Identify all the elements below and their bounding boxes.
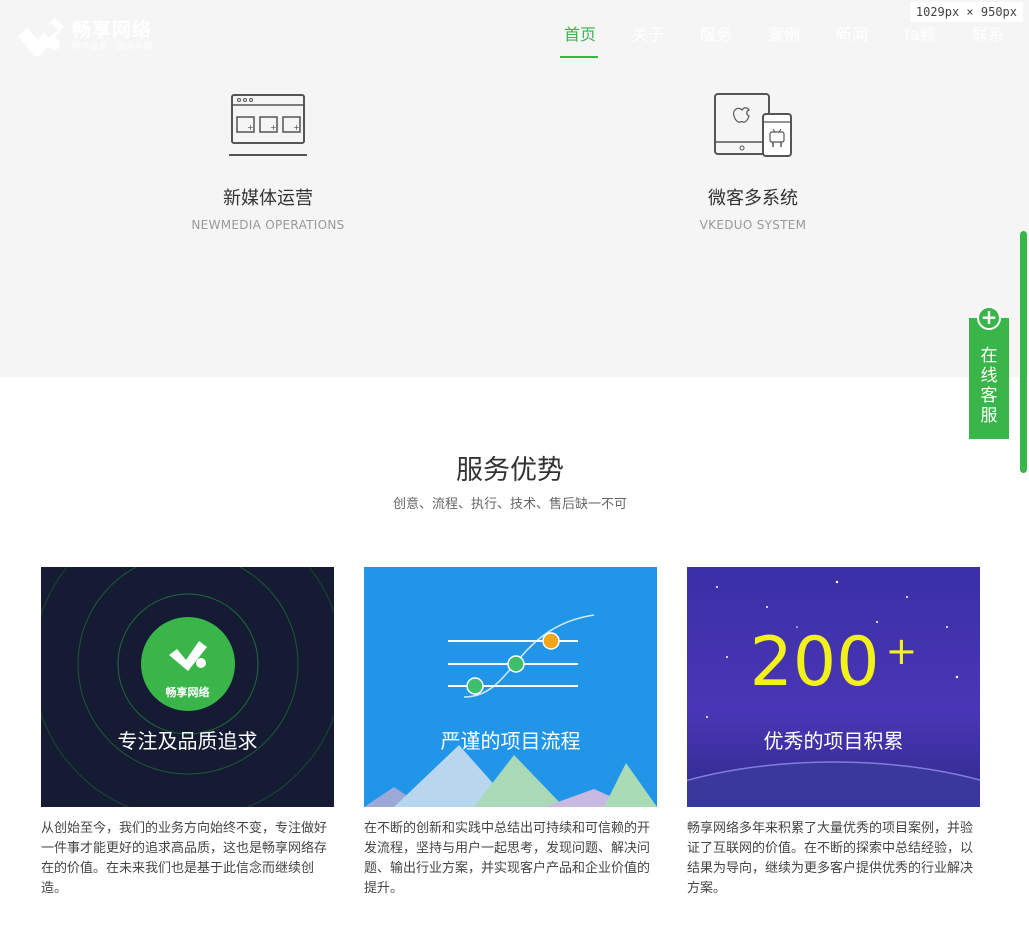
- badge-text: 畅享网络: [165, 686, 210, 699]
- logo[interactable]: 畅享网络 畅享品质 · 追求卓越: [14, 14, 153, 58]
- browser-window-icon: + + +: [229, 94, 307, 156]
- logo-mark-icon: [18, 18, 64, 56]
- service-subtitle: NEWMEDIA OPERATIONS: [191, 218, 345, 232]
- plus-icon: +: [977, 306, 1001, 330]
- logo-slogan: 畅享品质 · 追求卓越: [72, 42, 153, 52]
- nav-item-home[interactable]: 首页: [546, 24, 614, 58]
- card-description: 畅享网络多年来积累了大量优秀的项目案例，并验证了互联网的价值。在不断的探索中总结…: [687, 821, 974, 896]
- service-subtitle: VKEDUO SYSTEM: [699, 218, 807, 232]
- service-newmedia[interactable]: + + + 新媒体运营 NEWMEDIA OPERATIONS: [168, 92, 368, 232]
- scrollbar[interactable]: [1020, 231, 1027, 473]
- process-graphic: [364, 614, 657, 807]
- project-count: 200 +: [687, 629, 980, 697]
- dimension-label: 1029px × 950px: [909, 2, 1023, 22]
- online-service-label: 在线客服: [980, 346, 998, 426]
- logo-title: 畅享网络: [72, 19, 153, 41]
- site-header: 畅享网络 畅享品质 · 追求卓越 首页 关于 服务 案例 新闻 fa频 联系: [0, 0, 1029, 70]
- card-description: 在不断的创新和实践中总结出可持续和可信赖的开发流程，坚持与用户一起思考，发现问题…: [364, 821, 651, 896]
- nav-item-video[interactable]: fa频: [886, 24, 954, 58]
- card-caption: 专注及品质追求: [117, 729, 258, 753]
- advantage-card-quality[interactable]: 畅享网络 专注及品质追求 从创始至今，我们的业务方向始终不变，专注做好一件事才能…: [41, 567, 334, 899]
- section-title: 服务优势: [456, 455, 564, 486]
- card-image: 严谨的项目流程: [364, 567, 657, 807]
- svg-text:+: +: [247, 123, 254, 132]
- service-vkeduo[interactable]: 微客多系统 VKEDUO SYSTEM: [653, 92, 853, 232]
- project-count-suffix: +: [885, 629, 918, 673]
- card-image: 畅享网络 专注及品质追求: [41, 567, 334, 807]
- main-nav: 首页 关于 服务 案例 新闻 fa频 联系: [546, 24, 1022, 58]
- svg-text:+: +: [293, 123, 300, 132]
- nav-item-about[interactable]: 关于: [614, 24, 682, 58]
- advantage-card-process[interactable]: 严谨的项目流程 在不断的创新和实践中总结出可持续和可信赖的开发流程，坚持与用户一…: [364, 567, 657, 899]
- project-count-number: 200: [749, 623, 880, 702]
- nav-item-news[interactable]: 新闻: [818, 24, 886, 58]
- advantage-card-projects[interactable]: 200 + 优秀的项目积累 畅享网络多年来积累了大量优秀的项目案例，并验证了互联网…: [687, 567, 980, 899]
- service-title: 新媒体运营: [223, 188, 313, 209]
- online-service-button[interactable]: + 在线客服: [969, 306, 1009, 439]
- card-image: 200 + 优秀的项目积累: [687, 567, 980, 807]
- section-subtitle: 创意、流程、执行、技术、售后缺一不可: [392, 497, 627, 512]
- devices-icon: [714, 93, 792, 157]
- card-caption: 优秀的项目积累: [763, 729, 904, 753]
- card-caption: 严谨的项目流程: [440, 729, 581, 753]
- nav-item-cases[interactable]: 案例: [750, 24, 818, 58]
- nav-item-contact[interactable]: 联系: [954, 24, 1022, 58]
- service-title: 微客多系统: [708, 188, 798, 209]
- svg-text:+: +: [270, 123, 277, 132]
- card-description: 从创始至今，我们的业务方向始终不变，专注做好一件事才能更好的追求高品质，这也是畅…: [41, 821, 328, 896]
- nav-item-services[interactable]: 服务: [682, 24, 750, 58]
